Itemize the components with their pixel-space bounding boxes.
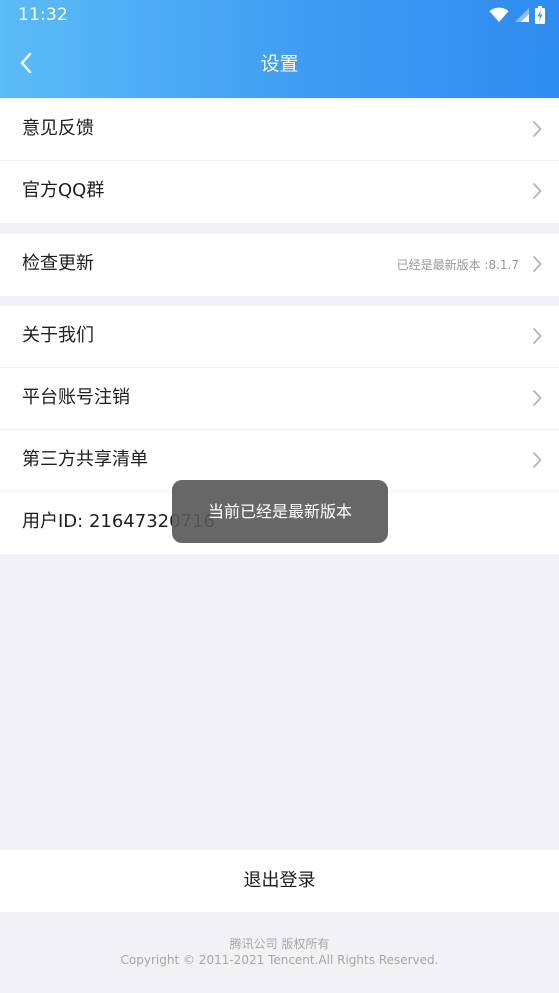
settings-item-label: 关于我们 (22, 325, 94, 346)
signal-icon (515, 8, 529, 22)
app-header: 11:32 设置 (0, 0, 559, 98)
settings-item-label: 第三方共享清单 (22, 449, 148, 470)
settings-item-label: 平台账号注销 (22, 387, 130, 408)
status-bar: 11:32 (0, 0, 559, 30)
chevron-right-icon (533, 183, 542, 199)
settings-item-account-deletion[interactable]: 平台账号注销 (0, 368, 559, 430)
logout-button[interactable]: 退出登录 (0, 850, 559, 912)
settings-group-update: 检查更新 已经是最新版本 :8.1.7 (0, 234, 559, 296)
status-icons (489, 6, 545, 24)
battery-icon (535, 6, 545, 24)
chevron-right-icon (533, 328, 542, 344)
settings-item-label: 官方QQ群 (22, 180, 105, 201)
copyright-footer: 腾讯公司 版权所有 Copyright © 2011-2021 Tencent.… (0, 936, 559, 968)
copyright-line-1: 腾讯公司 版权所有 (229, 937, 330, 951)
settings-item-check-update[interactable]: 检查更新 已经是最新版本 :8.1.7 (0, 234, 559, 296)
settings-group-feedback: 意见反馈 官方QQ群 (0, 99, 559, 223)
logout-label: 退出登录 (243, 870, 316, 891)
settings-item-qq-group[interactable]: 官方QQ群 (0, 161, 559, 223)
chevron-right-icon (533, 256, 542, 272)
status-time: 11:32 (18, 5, 68, 25)
settings-item-feedback[interactable]: 意见反馈 (0, 99, 559, 161)
chevron-right-icon (533, 390, 542, 406)
wifi-icon (489, 7, 509, 22)
chevron-right-icon (533, 452, 542, 468)
settings-item-label: 检查更新 (22, 253, 94, 274)
version-status: 已经是最新版本 :8.1.7 (396, 258, 519, 272)
page-title: 设置 (260, 53, 299, 75)
copyright-line-2: Copyright © 2011-2021 Tencent.All Rights… (120, 953, 439, 967)
settings-item-label: 意见反馈 (22, 118, 94, 139)
settings-item-about-us[interactable]: 关于我们 (0, 306, 559, 368)
chevron-right-icon (533, 121, 542, 137)
toast-message: 当前已经是最新版本 (172, 480, 388, 543)
nav-bar: 设置 (0, 32, 559, 98)
